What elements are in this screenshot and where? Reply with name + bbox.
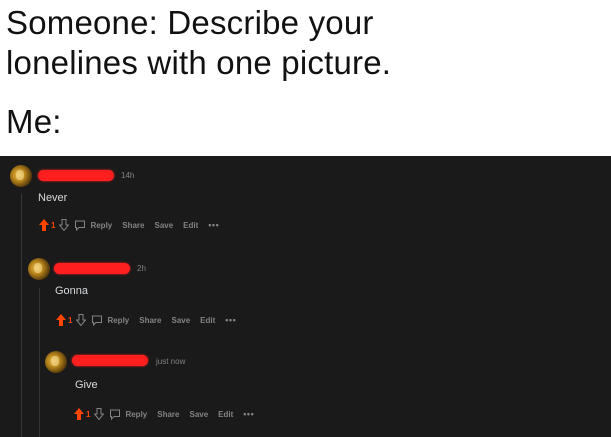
caption-line-2: lonelines with one picture. [6,44,392,81]
share-button[interactable]: Share [157,410,179,419]
redacted-username [38,170,114,181]
thread-line[interactable] [39,288,40,437]
share-button[interactable]: Share [122,221,144,230]
more-options-icon[interactable]: ••• [208,220,219,230]
comment-time: just now [156,357,186,366]
comment-time: 2h [137,264,146,273]
save-button[interactable]: Save [154,221,173,230]
edit-button[interactable]: Edit [200,316,215,325]
redacted-username [54,263,130,274]
reply-icon[interactable] [109,409,121,420]
comment-actions: 1 Reply Share Save Edit ••• [56,312,236,328]
reply-icon[interactable] [91,315,103,326]
edit-button[interactable]: Edit [218,410,233,419]
share-button[interactable]: Share [139,316,161,325]
vote-count: 1 [86,409,91,419]
caption-line-3: Me: [6,103,62,140]
redacted-username [72,355,148,366]
upvote-icon[interactable] [39,219,49,231]
comment-actions: 1 Reply Share Save Edit ••• [74,406,254,422]
downvote-icon[interactable] [59,219,70,231]
comment-body: Never [38,192,68,204]
reply-button[interactable]: Reply [90,221,112,230]
comment-time: 14h [121,171,135,180]
avatar[interactable] [10,165,32,187]
upvote-icon[interactable] [56,314,66,326]
save-button[interactable]: Save [189,410,208,419]
downvote-icon[interactable] [94,408,105,420]
comment-thread: 14h Never 1 Reply Share Save Edit ••• 2h… [0,156,611,437]
downvote-icon[interactable] [76,314,87,326]
caption-line-1: Someone: Describe your [6,4,374,41]
reply-button[interactable]: Reply [107,316,129,325]
more-options-icon[interactable]: ••• [243,409,254,419]
comment-body: Gonna [55,285,89,297]
vote-count: 1 [51,220,56,230]
comment-body: Give [75,379,98,391]
more-options-icon[interactable]: ••• [225,315,236,325]
comment-actions: 1 Reply Share Save Edit ••• [39,217,219,233]
avatar[interactable] [28,258,50,280]
upvote-icon[interactable] [74,408,84,420]
vote-count: 1 [68,315,73,325]
reply-button[interactable]: Reply [125,410,147,419]
avatar[interactable] [45,351,67,373]
save-button[interactable]: Save [171,316,190,325]
reply-icon[interactable] [74,220,86,231]
edit-button[interactable]: Edit [183,221,198,230]
thread-line[interactable] [21,194,22,437]
